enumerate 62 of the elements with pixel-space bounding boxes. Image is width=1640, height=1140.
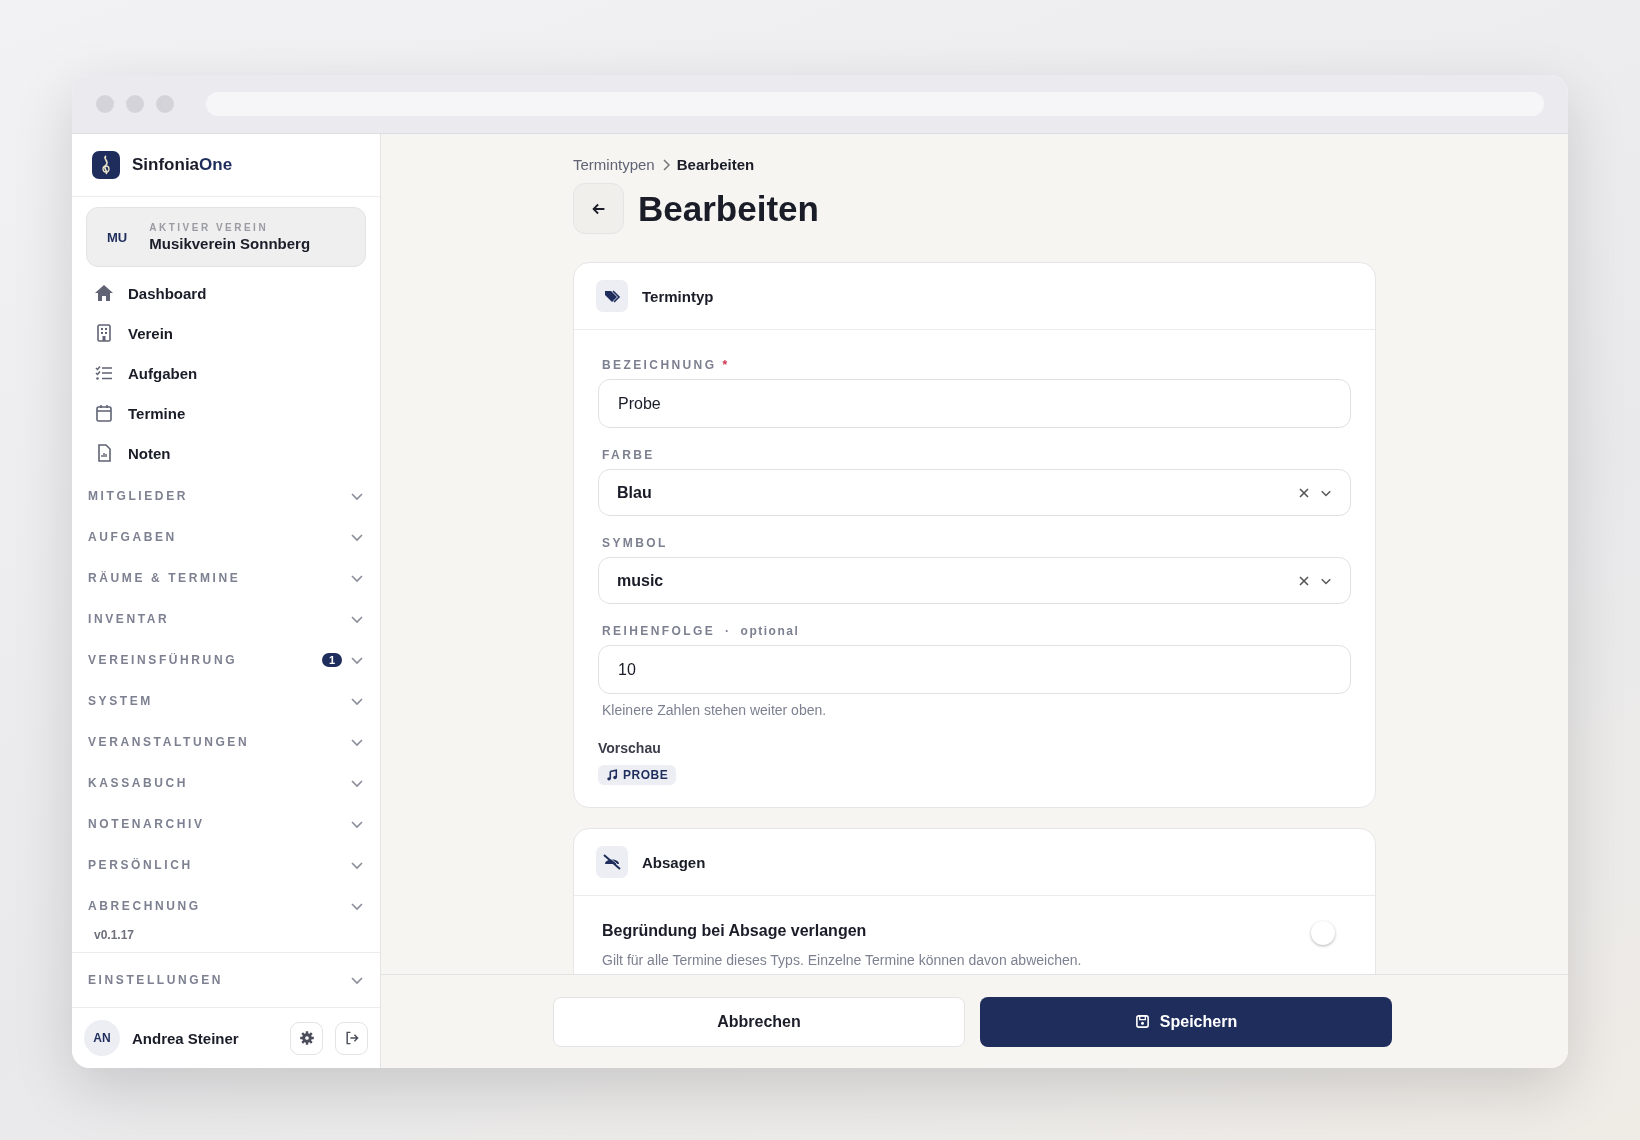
- section-header[interactable]: VERANSTALTUNGEN: [72, 721, 380, 762]
- count-badge: 1: [321, 652, 342, 667]
- nav-item[interactable]: Noten: [72, 433, 380, 473]
- nav-item[interactable]: Verein: [72, 313, 380, 353]
- select-field[interactable]: Blau: [598, 469, 1351, 516]
- setting-description: Gilt für alle Termine dieses Typs. Einzelne Termine können davon abweichen.: [602, 952, 1083, 968]
- club-switcher[interactable]: MU AKTIVER VEREIN Musikverein Sonnberg: [86, 207, 366, 267]
- section-header[interactable]: EINSTELLUNGEN: [72, 952, 380, 1008]
- text-field[interactable]: Probe: [598, 379, 1351, 428]
- user-avatar: AN: [84, 1020, 120, 1056]
- optional-note: optional: [740, 624, 800, 638]
- field-hint: Kleinere Zahlen stehen weiter oben.: [601, 702, 828, 718]
- logo-icon: [92, 151, 120, 179]
- nav-item[interactable]: Aufgaben: [72, 353, 380, 393]
- building-icon: [94, 323, 114, 343]
- section-header[interactable]: PERSÖNLICH: [72, 844, 380, 885]
- section-header[interactable]: RÄUME & TERMINE: [72, 557, 380, 598]
- card-title: Absagen: [642, 853, 706, 871]
- field-label: REIHENFOLGE: [602, 624, 716, 638]
- section-header[interactable]: VEREINSFÜHRUNG 1: [72, 639, 380, 680]
- text-field[interactable]: 10: [598, 645, 1351, 694]
- clear-icon[interactable]: [1298, 574, 1310, 587]
- chevron-right-icon: [660, 157, 671, 172]
- clear-icon[interactable]: [1298, 486, 1310, 499]
- cancel-button[interactable]: Abbrechen: [553, 996, 965, 1047]
- field-label: BEZEICHNUNG: [602, 358, 717, 372]
- save-button[interactable]: Speichern: [980, 996, 1392, 1047]
- separator-dot: ·: [725, 624, 731, 638]
- home-icon: [94, 283, 114, 303]
- preview-label: Vorschau: [598, 740, 662, 756]
- setting-label: Begründung bei Absage verlangen: [602, 922, 868, 940]
- breadcrumb-item: Bearbeiten: [676, 156, 755, 173]
- app-name: SinfoniaOne: [132, 155, 233, 175]
- field-label: SYMBOL: [602, 536, 668, 550]
- user-name: Andrea Steiner: [132, 1029, 240, 1047]
- section-header[interactable]: MITGLIEDER: [72, 475, 380, 516]
- music-note-icon: [606, 769, 618, 781]
- settings-icon: [298, 1030, 315, 1046]
- section-header[interactable]: ABRECHNUNG: [72, 885, 380, 926]
- section-header[interactable]: AUFGABEN: [72, 516, 380, 557]
- page-title: Bearbeiten: [638, 188, 819, 229]
- field-label: FARBE: [602, 448, 655, 462]
- version-label: v0.1.17: [93, 928, 136, 942]
- breadcrumb-item[interactable]: Termintypen: [573, 156, 655, 173]
- section-header[interactable]: INVENTAR: [72, 598, 380, 639]
- tags-icon: [596, 280, 628, 312]
- card-title: Termintyp: [642, 287, 714, 305]
- preview-chip: PROBE: [598, 765, 677, 785]
- nav-item[interactable]: Dashboard: [72, 273, 380, 313]
- settings-button[interactable]: [290, 1021, 323, 1055]
- select-field[interactable]: music: [598, 557, 1351, 604]
- section-header[interactable]: NOTENARCHIV: [72, 803, 380, 844]
- calendar-icon: [94, 403, 114, 423]
- cancel-icon: [596, 846, 628, 878]
- checklist-icon: [94, 363, 114, 383]
- nav-item[interactable]: Termine: [72, 393, 380, 433]
- section-header[interactable]: KASSABUCH: [72, 762, 380, 803]
- required-mark: *: [722, 358, 730, 372]
- logout-button[interactable]: [335, 1021, 368, 1055]
- logout-icon: [343, 1030, 360, 1046]
- section-header[interactable]: SYSTEM: [72, 680, 380, 721]
- save-icon: [1134, 1014, 1150, 1029]
